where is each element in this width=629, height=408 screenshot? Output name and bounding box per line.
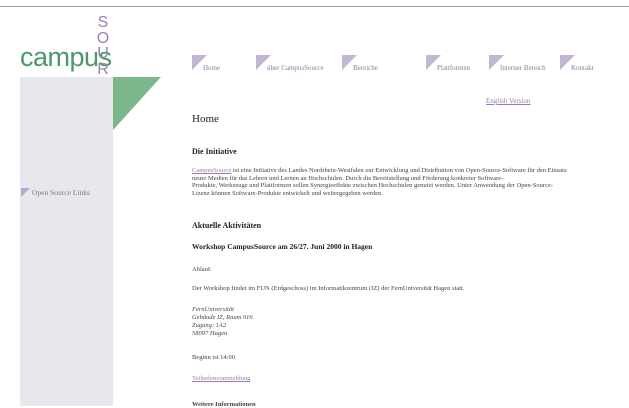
page-title: Home: [192, 113, 219, 125]
nav-label: Bereiche: [353, 64, 378, 72]
agenda-label: Ablauf:: [192, 266, 212, 273]
initiative-heading: Die Initiative: [192, 147, 237, 156]
left-sidebar: [20, 77, 113, 406]
address-line: FernUniversität: [192, 306, 234, 313]
nav-label: Home: [203, 64, 221, 72]
intro-paragraph: CampusSource ist eine Initiative des Lan…: [192, 167, 629, 197]
nav-platforms[interactable]: Plattformen: [426, 55, 474, 72]
address-line: 58097 Hagen: [192, 330, 228, 337]
triangle-bullet-icon: [21, 188, 30, 197]
address-line: Zugang: 1A2: [192, 322, 227, 329]
logo-letter: R: [97, 60, 109, 78]
nav-areas[interactable]: Bereiche: [342, 55, 382, 72]
nav-label: Kontakt: [571, 64, 594, 72]
logo-letter: S: [97, 14, 109, 31]
intro-text: ist eine Initiative des Landes Nordrhein…: [231, 167, 567, 174]
sidebar-link-label: Open Source Links: [32, 188, 90, 197]
address-block: FernUniversität Gebäude IZ, Raum 016 Zug…: [192, 306, 253, 338]
nav-contact[interactable]: Kontakt: [560, 55, 598, 72]
registration-link[interactable]: Teilnehmeranmeldung: [192, 375, 250, 382]
more-info-heading: Weitere Informationen: [192, 401, 256, 408]
nav-internal[interactable]: Interner Bereich: [489, 55, 550, 72]
intro-text: neuer Medien für das Lehren und Lernen a…: [192, 174, 504, 182]
address-line: Gebäude IZ, Raum 016: [192, 314, 253, 321]
nav-label: über CampusSource: [267, 64, 324, 72]
nav-home[interactable]: Home: [192, 55, 224, 72]
logo-letter: O: [96, 29, 110, 47]
activities-heading: Aktuelle Aktivitäten: [192, 221, 262, 230]
workshop-heading: Workshop CampusSource am 26/27. Juni 200…: [192, 242, 373, 251]
intro-text: Produkte, Werkzeuge und Plattformen soll…: [192, 182, 554, 189]
nav-label: Plattformen: [437, 64, 471, 72]
workshop-text: Der Workshop findet im FUN (Erdgeschoss)…: [192, 285, 465, 292]
start-time: Beginn ist 14:00: [192, 354, 235, 361]
intro-text: Lizenz können Software-Produkte entwicke…: [192, 189, 384, 197]
top-divider: [0, 6, 629, 7]
nav-label: Interner Bereich: [500, 64, 546, 72]
english-version-link[interactable]: English Version: [486, 97, 530, 105]
nav-about[interactable]: über CampusSource: [256, 55, 328, 72]
campussource-link[interactable]: CampusSource: [192, 167, 231, 174]
sidebar-link-open-source[interactable]: Open Source Links: [21, 188, 90, 197]
sidebar-green-wedge: [113, 77, 161, 130]
logo-letter: U: [97, 45, 109, 62]
